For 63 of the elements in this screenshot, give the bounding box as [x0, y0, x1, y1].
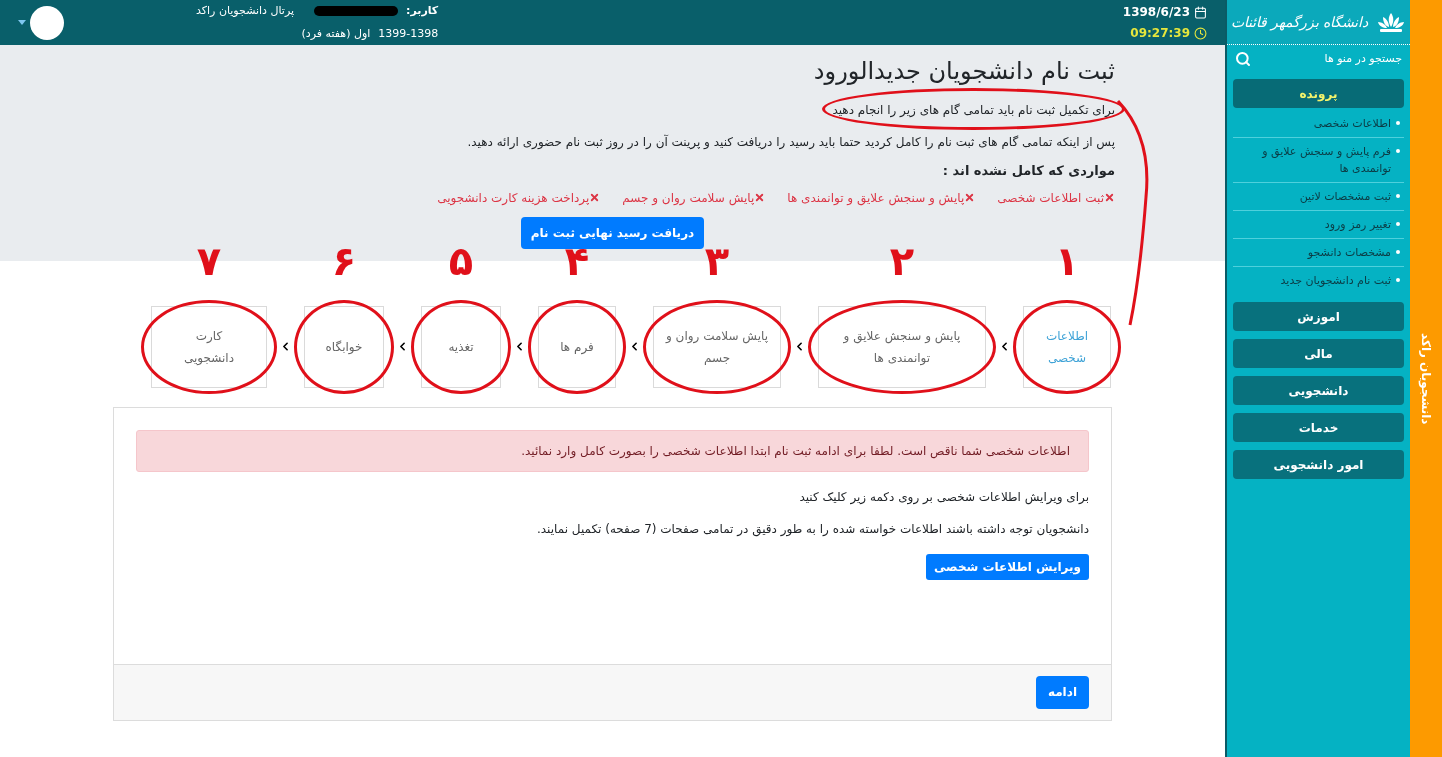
calendar-icon: [1194, 5, 1207, 19]
incomplete-heading: مواردی که کامل نشده اند :: [942, 162, 1115, 180]
annotation-number: ۳: [703, 236, 731, 286]
semester-text: اول (هفته فرد): [301, 25, 371, 42]
annotation-number: ۷: [195, 236, 223, 286]
x-icon: [964, 192, 976, 203]
continue-button[interactable]: ادامه: [1035, 675, 1089, 709]
step-tab[interactable]: کارت دانشجویی: [151, 305, 267, 388]
bullet-icon: [1396, 149, 1400, 153]
menu-item[interactable]: مشخصات دانشجو: [1307, 244, 1391, 261]
caret-down-icon[interactable]: [18, 20, 26, 25]
incomplete-item: پرداخت هزینه کارت دانشجویی: [437, 189, 590, 207]
step-tab[interactable]: خوابگاه: [304, 305, 384, 388]
bullet-icon: [1396, 250, 1400, 254]
annotation-number: ۲: [888, 236, 916, 286]
menu-item[interactable]: ثبت نام دانشجویان جدید: [1280, 272, 1391, 289]
menu-section-button[interactable]: پرونده: [1233, 79, 1404, 108]
time-text: 09:27:39: [1130, 25, 1190, 42]
bullet-icon: [1396, 121, 1400, 125]
menu-section-button[interactable]: دانشجویی: [1233, 376, 1404, 405]
step-tab[interactable]: تغذیه: [421, 305, 501, 388]
incomplete-item: پایش سلامت روان و جسم: [622, 189, 755, 207]
edit-hint-text: برای ویرایش اطلاعات شخصی بر روی دکمه زیر کلیک کنید: [799, 488, 1089, 506]
portal-name: پرتال دانشجویان راکد: [196, 3, 294, 19]
menu-section-button[interactable]: مالی: [1233, 339, 1404, 368]
annotation-number: ۵: [447, 236, 475, 286]
instructions-text: پس از اینکه تمامی گام های ثبت نام را کامل کردید حتما باید رسید را دریافت کنید و پرینت آن را در روز ثبت نام حضوری ارائه دهید.: [467, 133, 1115, 151]
page-title: ثبت نام دانشجویان جدیدالورود: [813, 56, 1115, 87]
step-tab[interactable]: فرم ها: [538, 305, 616, 388]
logo-text: دانشگاه بزرگمهر قائنات: [1230, 12, 1369, 33]
clock-icon: [1194, 26, 1207, 40]
subtitle-text: برای تکمیل ثبت نام باید تمامی گام های زیر را انجام دهید: [832, 103, 1115, 117]
annotation-number: ۱: [1053, 236, 1081, 286]
step-tab[interactable]: اطلاعات شخصی: [1023, 305, 1111, 388]
menu-section-button[interactable]: امور دانشجویی: [1233, 450, 1404, 479]
menu-item[interactable]: تغییر رمز ورود: [1324, 216, 1391, 233]
step-tab[interactable]: پایش و سنجش علایق و توانمندی ها: [818, 305, 986, 388]
x-icon: [754, 192, 766, 203]
bullet-icon: [1396, 278, 1400, 282]
menu-section-button[interactable]: اموزش: [1233, 302, 1404, 331]
note-text: دانشجویان توجه داشته باشند اطلاعات خواسته شده را به طور دقیق در تمامی صفحات (7 صفحه) تکمیل نمایند.: [537, 520, 1089, 538]
incomplete-item: ثبت اطلاعات شخصی: [997, 189, 1104, 207]
menu-item[interactable]: اطلاعات شخصی: [1313, 115, 1391, 132]
x-icon: [1104, 192, 1115, 203]
bullet-icon: [1396, 194, 1400, 198]
side-tab-label: دانشجویان راکد: [1417, 332, 1434, 425]
edit-personal-info-button[interactable]: ویرایش اطلاعات شخصی: [925, 553, 1089, 580]
annotation-number: ۶: [330, 236, 358, 286]
receipt-button[interactable]: دریافت رسید نهایی ثبت نام: [520, 216, 705, 249]
menu-item[interactable]: فرم پایش و سنجش علایق و توانمندی ها: [1237, 143, 1391, 177]
academic-year: 1399-1398: [378, 25, 439, 42]
avatar[interactable]: [30, 5, 64, 40]
search-icon[interactable]: [1235, 51, 1251, 67]
menu-section-button[interactable]: خدمات: [1233, 413, 1404, 442]
bullet-icon: [1396, 222, 1400, 226]
user-label: کاربر:: [406, 3, 439, 19]
menu-item[interactable]: ثبت مشخصات لاتین: [1299, 188, 1391, 205]
step-tab[interactable]: پایش سلامت روان و جسم: [653, 305, 781, 388]
x-icon: [589, 192, 601, 203]
lotus-logo-icon: [1376, 11, 1407, 33]
date-text: 1398/6/23: [1122, 4, 1190, 21]
error-alert: اطلاعات شخصی شما ناقص است. لطفا برای ادامه ثبت نام ابتدا اطلاعات شخصی را بصورت کامل وارد نمائید.: [136, 429, 1089, 472]
incomplete-item: پایش و سنجش علایق و توانمندی ها: [787, 189, 965, 207]
